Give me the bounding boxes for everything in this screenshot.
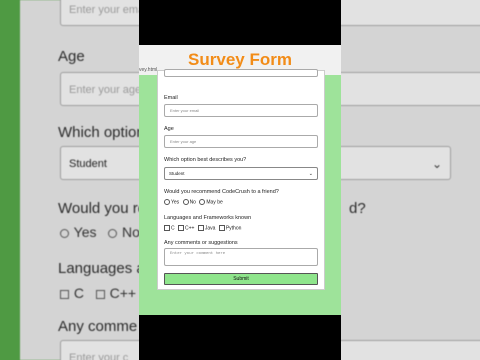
survey-form: Email Enter your email Age Enter your ag…	[157, 69, 325, 290]
recommend-options: Yes No May be	[164, 199, 223, 205]
bg-languages-options: C C++	[60, 285, 136, 301]
bg-comments-field: Enter your c	[60, 340, 139, 360]
age-field[interactable]: Enter your age	[164, 135, 318, 148]
bg-right-comments-field	[341, 340, 480, 360]
recommend-yes-radio[interactable]	[164, 199, 170, 205]
lang-python-checkbox[interactable]	[218, 225, 225, 231]
lang-java-checkbox[interactable]	[197, 225, 204, 231]
bg-right-chevron-down-icon: ⌄	[431, 157, 442, 171]
lang-python-label: Python	[225, 225, 242, 232]
bg-recommend-options: Yes No	[60, 224, 139, 240]
bg-age-field: Enter your age	[60, 72, 139, 106]
bg-right-recommend-suffix: d?	[349, 200, 366, 217]
recommend-maybe-label: May be	[206, 199, 223, 206]
bg-age-label: Age	[58, 48, 85, 65]
bg-right-role-select: ⌄	[341, 146, 451, 180]
languages-label: Languages and Frameworks known	[164, 215, 252, 221]
background-right: ⌄ d?	[341, 0, 480, 360]
bg-no-label: No	[122, 224, 139, 240]
lang-cpp-checkbox[interactable]	[178, 225, 185, 231]
role-label: Which option best describes you?	[164, 157, 247, 163]
bg-role-label: Which option	[58, 124, 139, 141]
lang-c-label: C	[171, 225, 175, 232]
bg-comments-label: Any comme	[58, 318, 138, 335]
lang-cpp-label: C++	[185, 225, 195, 232]
role-select[interactable]: Student ⌄	[164, 167, 318, 180]
background-left: Enter your email Age Enter your age Whic…	[0, 0, 139, 360]
age-label: Age	[164, 126, 174, 132]
comments-textarea[interactable]: Enter your comment here	[164, 248, 318, 266]
recommend-no-label: No	[189, 199, 196, 206]
recommend-label: Would you recommend CodeCrush to a frien…	[164, 189, 279, 195]
bg-no-radio	[108, 228, 118, 238]
bg-c-label: C	[73, 285, 85, 301]
bg-recommend-label: Would you re	[58, 200, 139, 217]
bg-role-select: Student	[60, 146, 139, 180]
bg-cpp-check	[95, 289, 105, 299]
bg-cpp-label: C++	[109, 285, 137, 301]
email-field[interactable]: Enter your email	[164, 104, 318, 117]
bg-c-check	[60, 289, 69, 299]
survey-headline: Survey Form	[188, 50, 292, 69]
background-left-content: Enter your email Age Enter your age Whic…	[20, 0, 139, 360]
recommend-no-radio[interactable]	[182, 199, 189, 205]
lang-java-label: Java	[204, 225, 216, 232]
lang-c-checkbox[interactable]	[164, 225, 170, 231]
bg-right-age-field	[341, 72, 480, 106]
submit-button[interactable]: Submit	[164, 273, 318, 285]
bg-email-field: Enter your email	[60, 0, 139, 26]
background-right-content: ⌄ d?	[341, 0, 480, 360]
languages-options: C C++ Java Python	[164, 225, 241, 231]
chevron-down-icon: ⌄	[308, 171, 313, 177]
video-frame: vey.html Survey Form Email Enter your em…	[139, 0, 341, 360]
bg-languages-label: Languages a	[58, 260, 139, 277]
comments-label: Any comments or suggestions	[164, 240, 238, 246]
name-field-partial[interactable]	[164, 69, 318, 77]
recommend-maybe-radio[interactable]	[199, 199, 206, 205]
role-select-value: Student	[169, 171, 185, 176]
bg-right-email-field	[341, 0, 480, 26]
bg-yes-radio	[60, 228, 69, 238]
email-label: Email	[164, 95, 178, 101]
recommend-yes-label: Yes	[171, 199, 180, 206]
bg-yes-label: Yes	[73, 224, 97, 240]
